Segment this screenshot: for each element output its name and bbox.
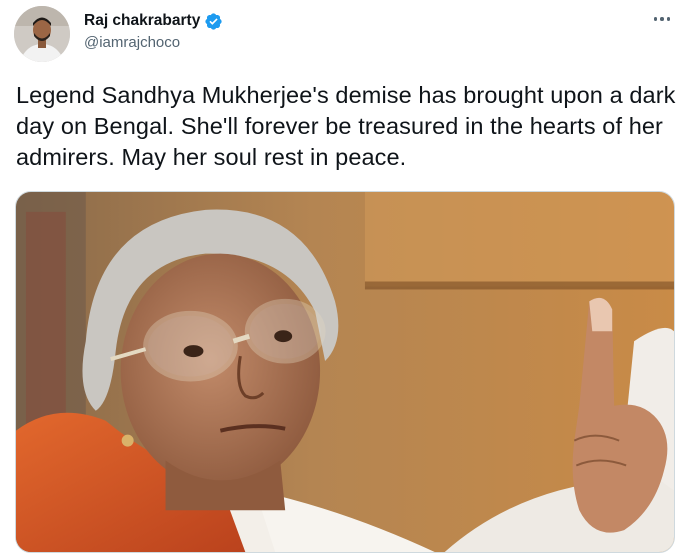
author-avatar[interactable] <box>14 6 70 62</box>
tweet-photo[interactable] <box>15 191 675 553</box>
verified-badge-icon <box>204 12 223 31</box>
tweet-text: Legend Sandhya Mukherjee's demise has br… <box>16 82 676 170</box>
author-name-row: Raj chakrabarty <box>84 10 223 32</box>
author-handle[interactable]: @iamrajchoco <box>84 34 180 51</box>
tweet-card: Raj chakrabarty @iamrajchoco Legend Sand… <box>0 0 692 559</box>
more-options-icon[interactable] <box>648 8 676 30</box>
photo-image <box>16 192 674 552</box>
avatar-image <box>14 6 70 62</box>
author-display-name[interactable]: Raj chakrabarty <box>84 12 200 30</box>
